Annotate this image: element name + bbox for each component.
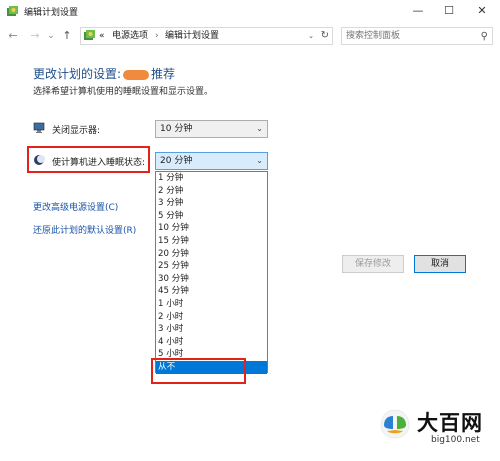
monitor-icon (33, 122, 45, 133)
address-dropdown-icon[interactable]: ⌄ (308, 30, 314, 43)
list-item[interactable]: 1 小时 (156, 298, 267, 311)
title-bar: 编辑计划设置 — ☐ ✕ (0, 0, 500, 23)
chevron-down-icon: ⌄ (256, 124, 263, 133)
brand-logo-icon (380, 409, 410, 439)
search-input[interactable] (346, 29, 476, 43)
heading-suffix: 推荐 (151, 67, 176, 81)
brand-name: 大百网 (417, 411, 483, 435)
sleep-select[interactable]: 20 分钟 ⌄ (155, 152, 268, 170)
recent-locations-icon[interactable]: ⌄ (44, 28, 58, 44)
minimize-button[interactable]: — (403, 0, 433, 23)
display-off-label: 关闭显示器: (52, 126, 101, 136)
list-item[interactable]: 5 分钟 (156, 210, 267, 223)
up-arrow-icon[interactable]: ↑ (60, 28, 74, 44)
sleep-value: 20 分钟 (160, 156, 193, 166)
highlight-box-sleep-label (27, 146, 150, 173)
power-options-icon (7, 6, 18, 16)
list-item[interactable]: 3 小时 (156, 323, 267, 336)
search-box[interactable]: ⚲ (341, 27, 493, 45)
chevron-down-icon: ⌄ (256, 156, 263, 165)
redacted-plan-name (123, 69, 150, 80)
page-subtitle: 选择希望计算机使用的睡眠设置和显示设置。 (33, 87, 214, 97)
refresh-icon[interactable]: ↻ (321, 29, 329, 43)
restore-defaults-link[interactable]: 还原此计划的默认设置(R) (33, 223, 136, 236)
list-item[interactable]: 1 分钟 (156, 172, 267, 185)
back-arrow-icon[interactable]: ← (6, 28, 20, 44)
list-item[interactable]: 2 小时 (156, 311, 267, 324)
list-item[interactable]: 4 小时 (156, 336, 267, 349)
control-panel-icon (84, 30, 95, 40)
breadcrumb-power-options[interactable]: 电源选项 (112, 30, 148, 43)
list-item[interactable]: 20 分钟 (156, 248, 267, 261)
list-item[interactable]: 15 分钟 (156, 235, 267, 248)
maximize-button[interactable]: ☐ (434, 0, 464, 23)
close-button[interactable]: ✕ (467, 0, 497, 23)
window-title: 编辑计划设置 (24, 8, 79, 18)
save-changes-button[interactable]: 保存修改 (342, 255, 404, 273)
display-off-value: 10 分钟 (160, 124, 193, 134)
heading-prefix: 更改计划的设置: (33, 67, 122, 81)
sleep-options-list[interactable]: 1 分钟 2 分钟 3 分钟 5 分钟 10 分钟 15 分钟 20 分钟 25… (155, 171, 268, 374)
breadcrumb-edit-plan[interactable]: 编辑计划设置 (165, 30, 219, 43)
breadcrumb-separator: › (155, 31, 159, 41)
list-item[interactable]: 30 分钟 (156, 273, 267, 286)
page-heading: 更改计划的设置: 推荐 (33, 65, 175, 82)
list-item[interactable]: 3 分钟 (156, 197, 267, 210)
display-off-select[interactable]: 10 分钟 ⌄ (155, 120, 268, 138)
forward-arrow-icon[interactable]: → (28, 28, 42, 44)
breadcrumb-overflow[interactable]: « (99, 30, 105, 43)
cancel-button[interactable]: 取消 (414, 255, 466, 273)
advanced-power-settings-link[interactable]: 更改高级电源设置(C) (33, 200, 118, 213)
brand-logo: 大百网 big100.net (340, 395, 500, 461)
list-item[interactable]: 10 分钟 (156, 222, 267, 235)
navigation-bar: ← → ⌄ ↑ « 电源选项 › 编辑计划设置 ⌄ ↻ ⚲ (0, 23, 500, 49)
list-item[interactable]: 25 分钟 (156, 260, 267, 273)
address-bar[interactable]: « 电源选项 › 编辑计划设置 ⌄ ↻ (80, 27, 333, 45)
list-item[interactable]: 45 分钟 (156, 285, 267, 298)
search-icon[interactable]: ⚲ (481, 30, 488, 43)
highlight-box-never-option (151, 358, 246, 384)
brand-url: big100.net (431, 435, 480, 445)
list-item[interactable]: 2 分钟 (156, 185, 267, 198)
